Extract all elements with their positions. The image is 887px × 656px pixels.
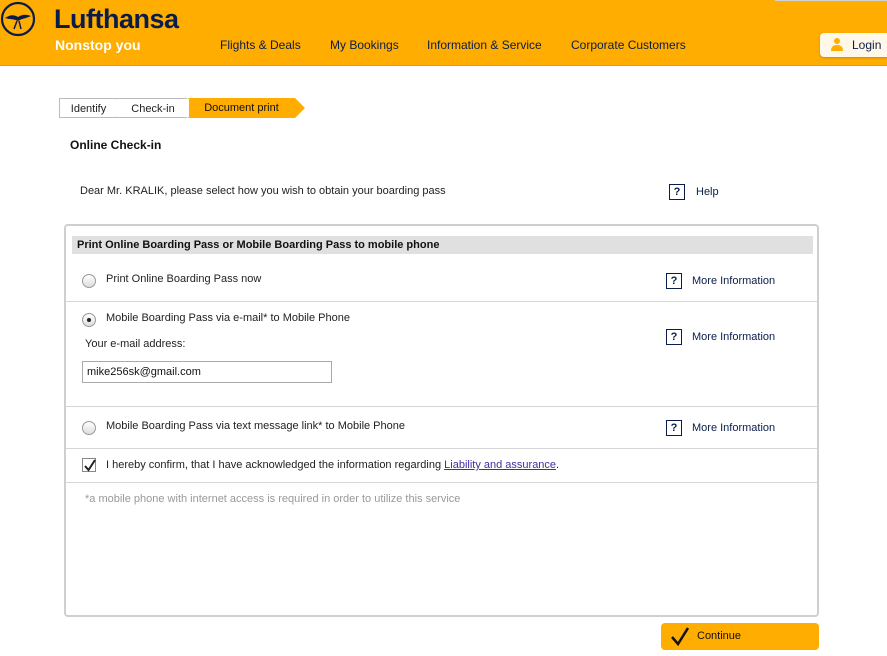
confirm-suffix: . — [556, 459, 560, 471]
divider — [66, 448, 817, 449]
checkmark-icon — [671, 627, 690, 646]
email-field[interactable] — [82, 361, 332, 383]
nav-flights-deals[interactable]: Flights & Deals — [220, 38, 301, 52]
continue-button[interactable]: Continue — [661, 623, 819, 650]
divider — [66, 301, 817, 302]
radio-selected-dot — [87, 318, 91, 322]
breadcrumb-step-document-print: Document print — [189, 98, 294, 118]
checkmark-icon — [84, 459, 96, 472]
confirm-text: I hereby confirm, that I have acknowledg… — [106, 459, 559, 471]
more-info-link-print[interactable]: More Information — [692, 275, 775, 287]
page-title: Online Check-in — [70, 138, 162, 152]
help-link[interactable]: Help — [696, 186, 719, 198]
breadcrumb-step-identify: Identify — [59, 98, 117, 118]
help-icon[interactable]: ? — [669, 184, 685, 200]
panel-header: Print Online Boarding Pass or Mobile Boa… — [72, 236, 813, 254]
confirm-prefix: I hereby confirm, that I have acknowledg… — [106, 459, 445, 471]
login-button[interactable]: Login — [820, 33, 887, 57]
breadcrumb-step-checkin: Check-in — [117, 98, 189, 118]
radio-mobile-sms[interactable] — [82, 421, 96, 435]
option-mobile-email-label: Mobile Boarding Pass via e-mail* to Mobi… — [106, 312, 350, 324]
user-icon — [831, 38, 843, 51]
header-divider — [775, 0, 887, 1]
login-label: Login — [852, 38, 882, 52]
footnote: *a mobile phone with internet access is … — [85, 493, 461, 505]
brand-name[interactable]: Lufthansa — [54, 4, 179, 35]
continue-label: Continue — [697, 630, 742, 642]
greeting-text: Dear Mr. KRALIK, please select how you w… — [80, 185, 446, 197]
more-info-link-email[interactable]: More Information — [692, 331, 775, 343]
boarding-pass-options-panel: Print Online Boarding Pass or Mobile Boa… — [64, 224, 819, 617]
site-header: Lufthansa Nonstop you Flights & Deals My… — [0, 0, 887, 66]
option-print-online-label: Print Online Boarding Pass now — [106, 273, 262, 285]
more-info-link-sms[interactable]: More Information — [692, 422, 775, 434]
radio-print-online[interactable] — [82, 274, 96, 288]
breadcrumb-chevron — [294, 98, 305, 118]
brand-tagline: Nonstop you — [55, 37, 141, 53]
radio-mobile-email[interactable] — [82, 313, 96, 327]
divider — [66, 482, 817, 483]
email-label: Your e-mail address: — [85, 338, 186, 350]
option-mobile-sms-label: Mobile Boarding Pass via text message li… — [106, 420, 405, 432]
confirm-checkbox[interactable] — [82, 458, 96, 472]
help-icon[interactable]: ? — [666, 420, 682, 436]
help-icon[interactable]: ? — [666, 273, 682, 289]
nav-my-bookings[interactable]: My Bookings — [330, 38, 399, 52]
liability-link[interactable]: Liability and assurance — [444, 459, 556, 471]
nav-information-service[interactable]: Information & Service — [427, 38, 542, 52]
help-icon[interactable]: ? — [666, 329, 682, 345]
nav-corporate-customers[interactable]: Corporate Customers — [571, 38, 686, 52]
crane-logo-icon[interactable] — [0, 1, 37, 38]
divider — [66, 406, 817, 407]
